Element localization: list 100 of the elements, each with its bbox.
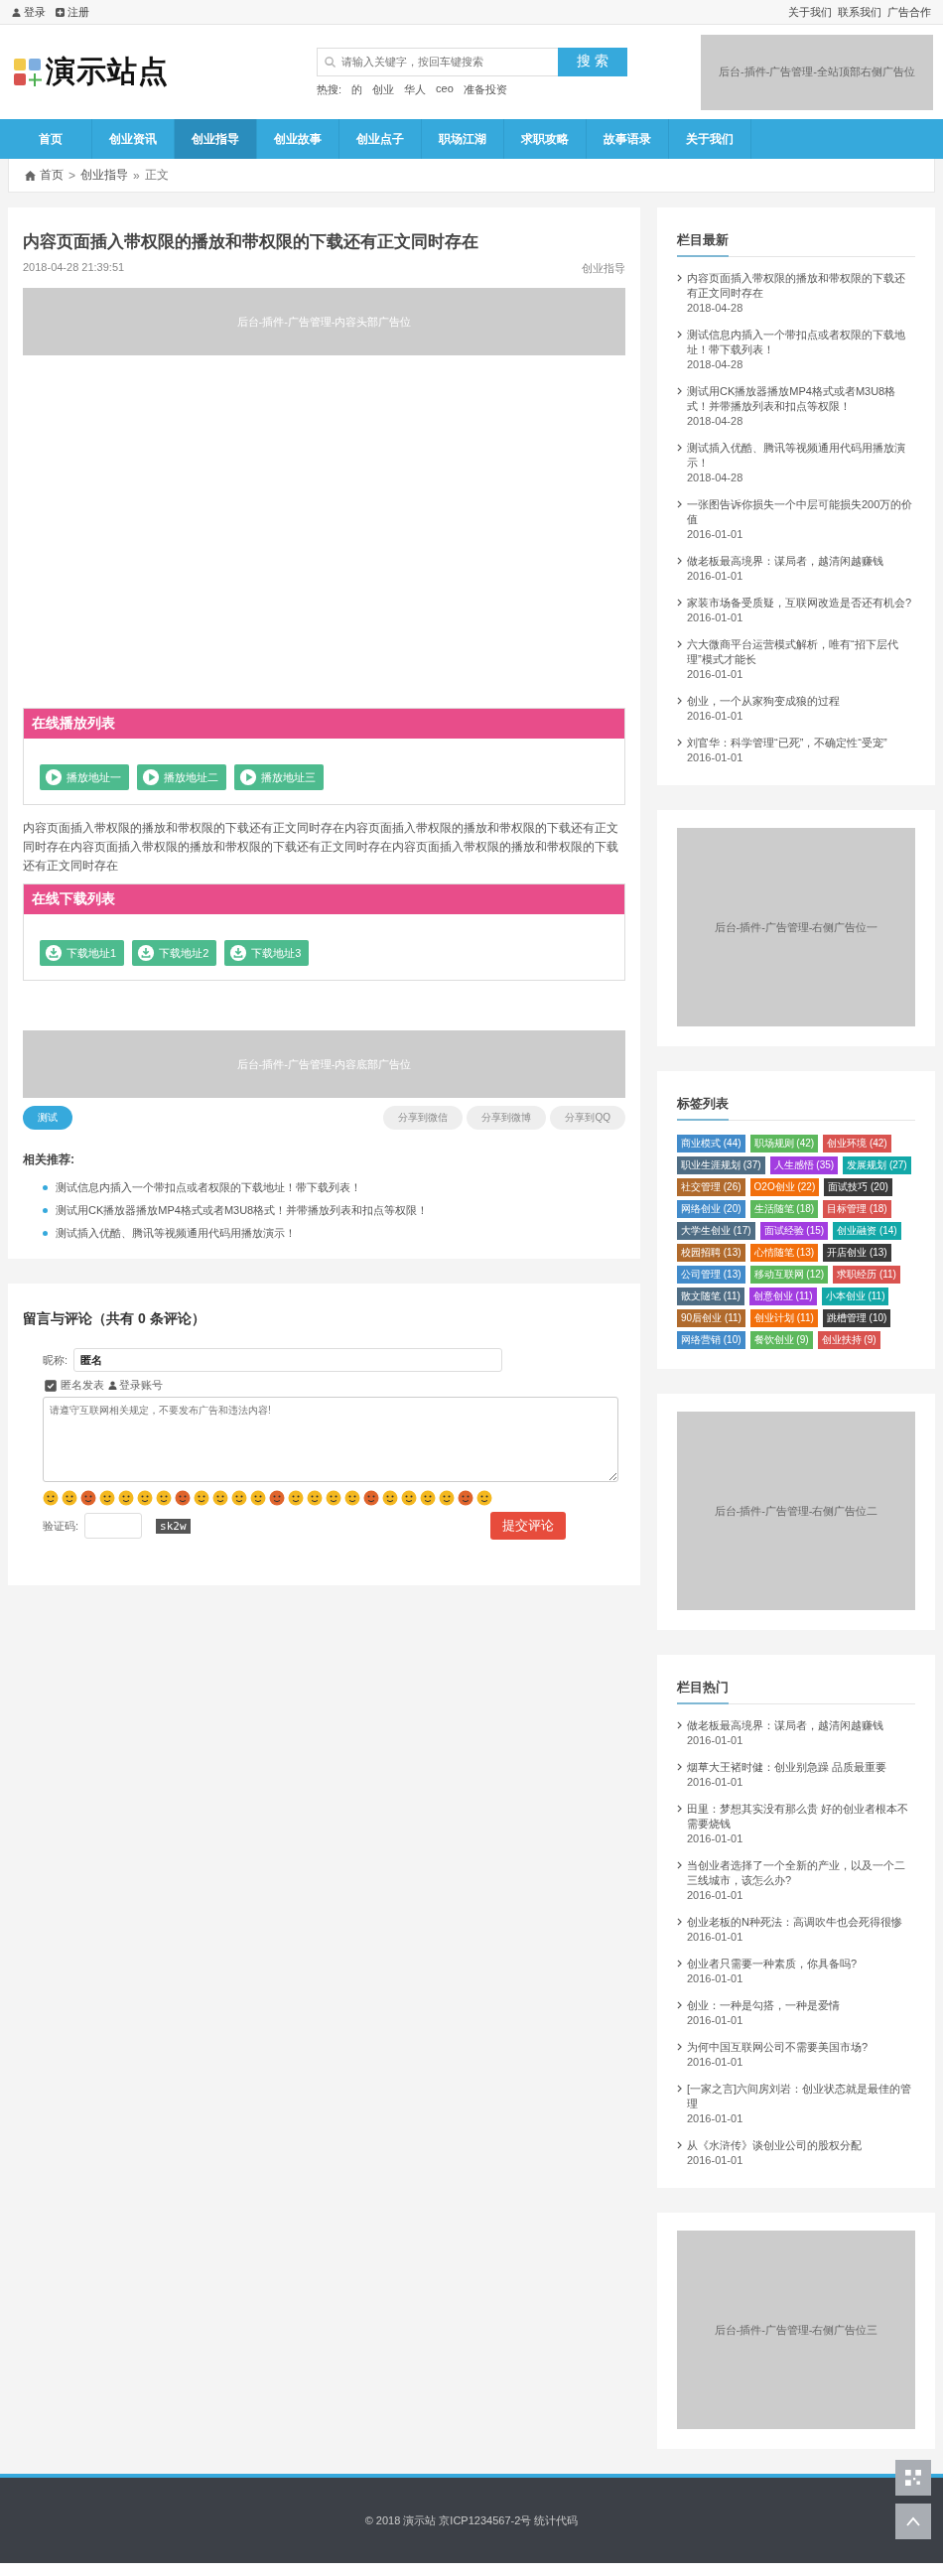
- tag-link[interactable]: 90后创业 (11): [677, 1309, 745, 1327]
- article-link[interactable]: 一张图告诉你损失一个中层可能损失200万的价值: [687, 497, 915, 527]
- share-button[interactable]: 分享到微信: [383, 1106, 464, 1130]
- tag-link[interactable]: 职业生涯规划 (37): [677, 1156, 765, 1174]
- article-link[interactable]: [一家之言]六间房刘岩：创业状态就是最佳的管理: [687, 2082, 915, 2111]
- tag-link[interactable]: 大学生创业 (17): [677, 1222, 755, 1240]
- article-link[interactable]: 家装市场备受质疑，互联网改造是否还有机会?: [687, 596, 912, 610]
- tag-link[interactable]: 创意创业 (11): [748, 1288, 817, 1305]
- article-link[interactable]: 创业：一种是勾搭，一种是爱情: [687, 1998, 840, 2013]
- article-link[interactable]: 测试用CK播放器播放MP4格式或者M3U8格式！并带播放列表和扣点等权限！: [687, 384, 915, 414]
- emoji-icon[interactable]: [439, 1490, 455, 1506]
- tag-link[interactable]: 测试: [23, 1106, 72, 1130]
- emoji-icon[interactable]: [212, 1490, 228, 1506]
- emoji-icon[interactable]: [137, 1490, 153, 1506]
- article-link[interactable]: 创业，一个从家狗变成狼的过程: [687, 694, 840, 709]
- hot-term-link[interactable]: ceo: [436, 81, 454, 97]
- tag-link[interactable]: 跳槽管理 (10): [822, 1309, 891, 1327]
- hot-term-link[interactable]: 准备投资: [463, 81, 507, 97]
- tag-link[interactable]: 网络营销 (10): [677, 1331, 745, 1349]
- breadcrumb-link[interactable]: 首页: [40, 167, 64, 184]
- share-button[interactable]: 分享到QQ: [550, 1106, 625, 1130]
- tag-link[interactable]: 创业计划 (11): [749, 1309, 818, 1327]
- article-link[interactable]: 烟草大王褚时健：创业别急躁 品质最重要: [687, 1760, 887, 1775]
- tag-link[interactable]: 网络创业 (20): [677, 1200, 745, 1218]
- emoji-icon[interactable]: [99, 1490, 115, 1506]
- hot-term-link[interactable]: 华人: [404, 81, 427, 97]
- emoji-icon[interactable]: [43, 1490, 59, 1506]
- search-button[interactable]: 搜 索: [558, 47, 627, 76]
- emoji-icon[interactable]: [458, 1490, 473, 1506]
- top-link[interactable]: 广告合作: [887, 4, 931, 20]
- article-link[interactable]: 做老板最高境界：谋局者，越清闲越赚钱: [687, 1718, 883, 1733]
- article-link[interactable]: 内容页面插入带权限的播放和带权限的下载还有正文同时存在: [687, 271, 915, 301]
- tag-link[interactable]: 职场规则 (42): [749, 1135, 819, 1152]
- article-link[interactable]: 六大微商平台运营模式解析，唯有“招下层代理”模式才能长: [687, 637, 915, 667]
- article-link[interactable]: 田里：梦想其实没有那么贵 好的创业者根本不需要烧钱: [687, 1802, 915, 1831]
- anonymous-checkbox[interactable]: [45, 1379, 57, 1392]
- comment-field[interactable]: 请遵守互联网相关规定，不要发布广告和违法内容!: [43, 1397, 618, 1482]
- emoji-icon[interactable]: [307, 1490, 323, 1506]
- related-link[interactable]: 测试插入优酷、腾讯等视频通用代码用播放演示！: [56, 1226, 296, 1241]
- article-link[interactable]: 创业老板的N种死法：高调吹牛也会死得很惨: [687, 1915, 902, 1930]
- hot-term-link[interactable]: 创业: [372, 81, 395, 97]
- article-link[interactable]: 测试信息内插入一个带扣点或者权限的下载地址！带下载列表！: [687, 328, 915, 357]
- tag-link[interactable]: 人生感悟 (35): [769, 1156, 839, 1174]
- tag-link[interactable]: 校园招聘 (13): [677, 1244, 745, 1262]
- tag-link[interactable]: 目标管理 (18): [823, 1200, 891, 1218]
- hot-term-link[interactable]: 的: [351, 81, 363, 97]
- tag-link[interactable]: O2O创业 (22): [749, 1178, 820, 1196]
- top-link[interactable]: 注册: [56, 4, 89, 20]
- emoji-icon[interactable]: [118, 1490, 134, 1506]
- related-link[interactable]: 测试信息内插入一个带扣点或者权限的下载地址！带下载列表！: [56, 1180, 361, 1195]
- article-link[interactable]: 做老板最高境界：谋局者，越清闲越赚钱: [687, 554, 883, 569]
- emoji-icon[interactable]: [420, 1490, 436, 1506]
- emoji-icon[interactable]: [363, 1490, 379, 1506]
- tag-link[interactable]: 创业扶持 (9): [817, 1331, 880, 1349]
- captcha-field[interactable]: [84, 1513, 143, 1539]
- share-button[interactable]: 分享到微博: [467, 1106, 547, 1130]
- top-link[interactable]: 关于我们: [788, 4, 832, 20]
- tag-link[interactable]: 面试技巧 (20): [824, 1178, 892, 1196]
- emoji-icon[interactable]: [194, 1490, 209, 1506]
- submit-button[interactable]: 提交评论: [490, 1512, 566, 1540]
- tag-link[interactable]: 面试经验 (15): [759, 1222, 829, 1240]
- emoji-icon[interactable]: [231, 1490, 247, 1506]
- tag-link[interactable]: 开店创业 (13): [823, 1244, 891, 1262]
- emoji-icon[interactable]: [326, 1490, 341, 1506]
- category-link[interactable]: 创业指导: [582, 261, 625, 276]
- tag-link[interactable]: 心情随笔 (13): [749, 1244, 819, 1262]
- emoji-icon[interactable]: [175, 1490, 191, 1506]
- emoji-icon[interactable]: [344, 1490, 360, 1506]
- article-link[interactable]: 创业者只需要一种素质，你具备吗?: [687, 1957, 858, 1971]
- article-link[interactable]: 测试插入优酷、腾讯等视频通用代码用播放演示！: [687, 441, 915, 471]
- tag-link[interactable]: 创业融资 (14): [833, 1222, 901, 1240]
- tag-link[interactable]: 创业环境 (42): [823, 1135, 891, 1152]
- tag-link[interactable]: 移动互联网 (12): [749, 1266, 829, 1284]
- tag-link[interactable]: 餐饮创业 (9): [749, 1331, 813, 1349]
- emoji-icon[interactable]: [156, 1490, 172, 1506]
- emoji-icon[interactable]: [269, 1490, 285, 1506]
- article-link[interactable]: 当创业者选择了一个全新的产业，以及一个二三线城市，该怎么办?: [687, 1858, 915, 1888]
- tag-link[interactable]: 公司管理 (13): [677, 1266, 745, 1284]
- tag-link[interactable]: 生活随笔 (18): [749, 1200, 819, 1218]
- emoji-icon[interactable]: [401, 1490, 417, 1506]
- emoji-icon[interactable]: [62, 1490, 77, 1506]
- article-link[interactable]: 刘官华：科学管理“已死”，不确定性“受宠”: [687, 736, 887, 750]
- breadcrumb-link[interactable]: 创业指导: [80, 167, 128, 184]
- emoji-icon[interactable]: [250, 1490, 266, 1506]
- article-link[interactable]: 为何中国互联网公司不需要美国市场?: [687, 2040, 869, 2055]
- top-link[interactable]: 登录: [12, 4, 46, 20]
- search-field[interactable]: 请输入关键字，按回车键搜索: [317, 47, 558, 76]
- tag-link[interactable]: 商业模式 (44): [677, 1135, 745, 1152]
- related-link[interactable]: 测试用CK播放器播放MP4格式或者M3U8格式！并带播放列表和扣点等权限！: [56, 1203, 429, 1218]
- nickname-field[interactable]: 匿名: [73, 1348, 503, 1372]
- tag-link[interactable]: 求职经历 (11): [833, 1266, 900, 1284]
- tag-link[interactable]: 散文随笔 (11): [677, 1288, 744, 1305]
- article-link[interactable]: 从《水浒传》谈创业公司的股权分配: [687, 2138, 862, 2153]
- top-link[interactable]: 联系我们: [838, 4, 881, 20]
- emoji-icon[interactable]: [382, 1490, 398, 1506]
- tag-link[interactable]: 社交管理 (26): [677, 1178, 745, 1196]
- emoji-icon[interactable]: [288, 1490, 304, 1506]
- tag-link[interactable]: 发展规划 (27): [843, 1156, 911, 1174]
- tag-link[interactable]: 小本创业 (11): [821, 1288, 889, 1305]
- nav-tab[interactable]: 创业指导: [175, 119, 257, 159]
